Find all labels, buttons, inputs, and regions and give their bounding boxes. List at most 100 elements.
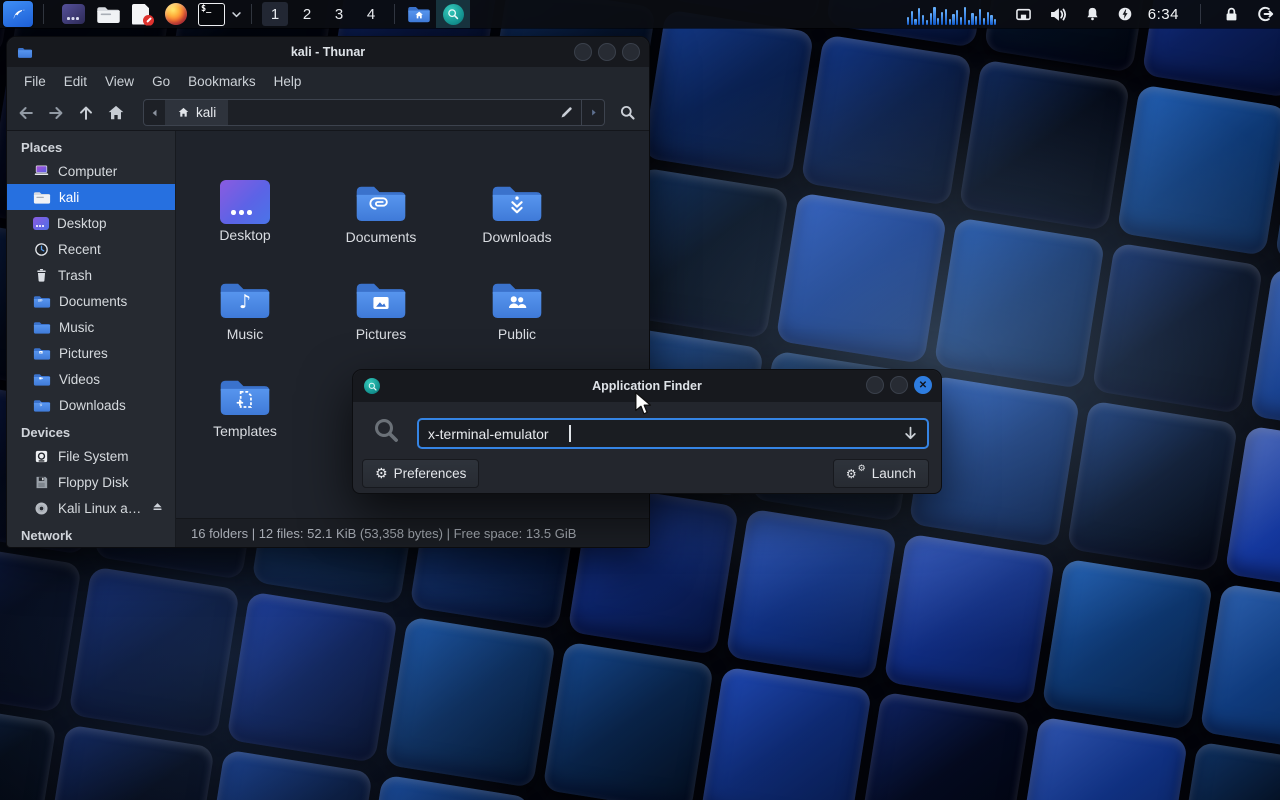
computer-icon — [33, 163, 50, 180]
clock[interactable]: 6:34 — [1148, 0, 1179, 28]
menu-bookmarks[interactable]: Bookmarks — [179, 71, 265, 92]
home-button[interactable] — [101, 99, 131, 127]
menu-go[interactable]: Go — [143, 71, 179, 92]
launch-button[interactable]: ⚙⚙ Launch — [833, 459, 929, 488]
terminal-launcher-menu-arrow[interactable] — [229, 0, 244, 28]
close-button[interactable] — [622, 43, 640, 61]
maximize-button[interactable] — [598, 43, 616, 61]
workspace-1[interactable]: 1 — [262, 2, 288, 26]
taskbar-item-thunar[interactable] — [402, 0, 436, 28]
panel-separator — [43, 4, 44, 24]
applications-menu-button[interactable] — [3, 1, 33, 27]
thunar-titlebar[interactable]: kali - Thunar — [7, 37, 649, 67]
people-glyph — [504, 290, 530, 316]
maximize-button[interactable] — [890, 376, 908, 394]
desktop-window-icon — [62, 4, 85, 24]
sidebar-item-videos[interactable]: Videos — [7, 366, 175, 392]
file-item-templates[interactable]: Templates — [185, 374, 305, 439]
text-caret — [569, 425, 571, 442]
template-doc-glyph — [232, 387, 258, 413]
bell-icon — [1083, 5, 1102, 24]
sidebar-item-pictures[interactable]: Pictures — [7, 340, 175, 366]
show-desktop-launcher[interactable] — [62, 0, 85, 28]
dropdown-arrow-icon[interactable] — [901, 424, 920, 443]
home-icon — [177, 106, 190, 119]
sidebar-item-trash[interactable]: Trash — [7, 262, 175, 288]
desktop-icon — [33, 217, 49, 230]
menu-edit[interactable]: Edit — [55, 71, 96, 92]
preferences-button[interactable]: ⚙ Preferences — [362, 459, 479, 488]
pathbar-scroll-right[interactable] — [581, 100, 604, 125]
sidebar-item-kali-linux-cd[interactable]: Kali Linux a… — [7, 495, 175, 521]
workspace-2[interactable]: 2 — [294, 2, 320, 26]
file-manager-launcher[interactable] — [96, 0, 121, 28]
taskbar-item-appfinder[interactable] — [436, 0, 470, 28]
lock-screen-button[interactable] — [1222, 0, 1241, 28]
file-item-pictures[interactable]: Pictures — [321, 277, 441, 342]
menu-file[interactable]: File — [15, 71, 55, 92]
edit-badge-icon — [143, 15, 154, 26]
pathbar-segment-kali[interactable]: kali — [165, 100, 228, 125]
back-button[interactable] — [11, 99, 41, 127]
file-item-desktop[interactable]: Desktop — [185, 180, 305, 243]
music-folder-icon — [33, 320, 51, 335]
desktop-folder-icon — [220, 180, 270, 224]
sidebar-item-desktop[interactable]: Desktop — [7, 210, 175, 236]
appfinder-search-input[interactable] — [417, 418, 929, 449]
search-button[interactable] — [610, 99, 644, 126]
ethernet-icon — [1013, 4, 1034, 25]
sidebar-item-computer[interactable]: Computer — [7, 158, 175, 184]
menu-help[interactable]: Help — [265, 71, 311, 92]
places-header: Places — [21, 140, 175, 155]
devices-header: Devices — [21, 425, 175, 440]
up-button[interactable] — [71, 99, 101, 127]
sidebar-item-kali[interactable]: kali — [7, 184, 175, 210]
firefox-icon — [165, 3, 187, 25]
firefox-launcher[interactable] — [165, 0, 187, 28]
file-item-documents[interactable]: Documents — [321, 180, 441, 245]
sidebar-item-music[interactable]: Music — [7, 314, 175, 340]
workspace-3[interactable]: 3 — [326, 2, 352, 26]
file-item-downloads[interactable]: Downloads — [457, 180, 577, 245]
gear-icon: ⚙ — [375, 467, 388, 481]
sidebar-item-file-system[interactable]: File System — [7, 443, 175, 469]
terminal-launcher[interactable]: $_ — [198, 0, 225, 28]
minimize-button[interactable] — [866, 376, 884, 394]
eject-button[interactable] — [150, 500, 165, 515]
notifications-tray-icon[interactable] — [1083, 0, 1102, 28]
sidebar-item-documents[interactable]: Documents — [7, 288, 175, 314]
disc-icon — [33, 500, 50, 517]
status-text: 16 folders | 12 files: 52.1 KiB (53,358 … — [191, 526, 576, 541]
forward-button[interactable] — [41, 99, 71, 127]
home-folder-icon — [33, 190, 51, 205]
menu-view[interactable]: View — [96, 71, 143, 92]
file-item-music[interactable]: ♪ Music — [185, 277, 305, 342]
file-item-public[interactable]: Public — [457, 277, 577, 342]
downloads-folder-icon — [33, 398, 51, 413]
power-manager-tray-icon[interactable] — [1116, 0, 1134, 28]
file-system-icon — [33, 448, 50, 465]
application-finder-window: Application Finder ⚙ Preferences ⚙⚙ Laun… — [352, 369, 942, 494]
pathbar-scroll-left[interactable] — [144, 100, 165, 125]
sidebar-item-downloads[interactable]: Downloads — [7, 392, 175, 418]
network-tray-icon[interactable] — [1013, 0, 1034, 28]
logout-button[interactable] — [1255, 0, 1275, 28]
trash-icon — [33, 267, 50, 284]
workspace-4[interactable]: 4 — [358, 2, 384, 26]
minimize-button[interactable] — [574, 43, 592, 61]
pathbar-edit-button[interactable] — [551, 100, 581, 125]
volume-tray-icon[interactable] — [1048, 0, 1069, 28]
logout-icon — [1255, 4, 1275, 24]
thunar-task-icon — [407, 4, 431, 24]
text-editor-launcher[interactable] — [132, 0, 154, 28]
sidebar-item-recent[interactable]: Recent — [7, 236, 175, 262]
lock-icon — [1222, 5, 1241, 24]
arrow-left-icon — [16, 103, 36, 123]
videos-folder-icon — [33, 372, 51, 387]
pathbar-empty-area[interactable] — [228, 100, 551, 125]
sidebar-item-floppy-disk[interactable]: Floppy Disk — [7, 469, 175, 495]
appfinder-titlebar[interactable]: Application Finder — [353, 370, 941, 402]
close-button[interactable] — [914, 376, 932, 394]
appfinder-icon — [364, 378, 380, 394]
documents-folder-icon — [33, 294, 51, 309]
